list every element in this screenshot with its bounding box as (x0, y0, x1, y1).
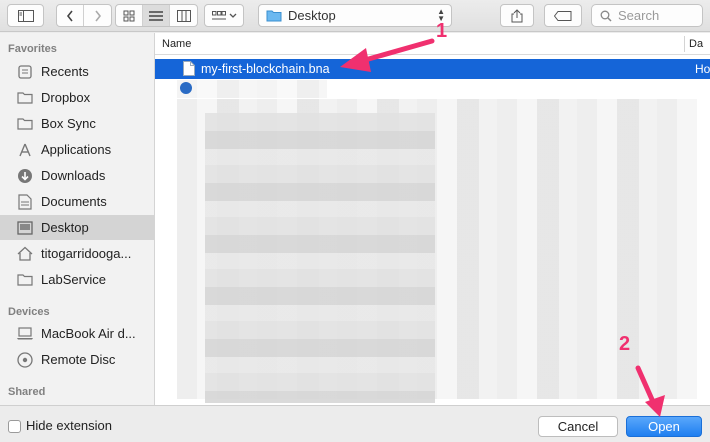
share-button[interactable] (500, 4, 534, 27)
chevron-right-icon (94, 10, 101, 21)
sidebar-item-label: LabService (41, 272, 107, 287)
search-field[interactable]: Search (591, 4, 703, 27)
file-icon (180, 82, 192, 94)
document-icon (183, 61, 195, 76)
sidebar-item-label: titogarridooga... (41, 246, 132, 261)
section-shared: Shared (8, 386, 46, 398)
sidebar-item-documents[interactable]: Documents (0, 189, 154, 214)
tags-button[interactable] (544, 4, 582, 27)
bottom-bar: Hide extension Cancel Open (0, 405, 710, 442)
folder-icon (266, 10, 282, 22)
column-header-name[interactable]: Name (162, 38, 191, 50)
sidebar-item-label: Remote Disc (41, 352, 116, 367)
location-popup[interactable]: Desktop ▲ ▼ (258, 4, 452, 27)
sidebar-item-remote-disc[interactable]: Remote Disc (0, 347, 154, 372)
sidebar-item-label: Desktop (41, 220, 89, 235)
cancel-button[interactable]: Cancel (538, 416, 618, 437)
file-list-header: Name Da (155, 33, 710, 55)
desktop-icon (16, 219, 34, 237)
open-button[interactable]: Open (626, 416, 702, 437)
sidebar-toggle-button[interactable] (7, 4, 44, 27)
laptop-icon (16, 325, 34, 343)
search-placeholder: Search (618, 8, 660, 23)
share-icon (511, 8, 523, 22)
folder-icon (16, 271, 34, 289)
folder-icon (16, 115, 34, 133)
sidebar-item-recents[interactable]: Recents (0, 59, 154, 84)
tag-icon (554, 10, 572, 21)
sidebar-item-applications[interactable]: Applications (0, 137, 154, 162)
documents-icon (16, 193, 34, 211)
chevron-left-icon (66, 10, 73, 21)
home-icon (16, 245, 34, 263)
sidebar-item-label: Box Sync (41, 116, 96, 131)
view-mode-control (115, 4, 198, 27)
sidebar-item-downloads[interactable]: Downloads (0, 163, 154, 188)
back-forward-control (56, 4, 112, 27)
sidebar-item-label: Applications (41, 142, 112, 157)
back-button[interactable] (57, 5, 84, 26)
grid-icon (123, 10, 135, 21)
icon-view-button[interactable] (116, 5, 143, 26)
sidebar-item-desktop[interactable]: Desktop (0, 215, 154, 240)
column-header-date[interactable]: Da (689, 38, 703, 50)
sidebar: Favorites Recents Dropbox Box Sync Appli… (0, 33, 155, 405)
forward-button[interactable] (84, 5, 111, 26)
column-view-button[interactable] (170, 5, 197, 26)
sidebar-item-labservice[interactable]: LabService (0, 267, 154, 292)
columns-icon (176, 9, 191, 22)
arrange-menu-button[interactable] (204, 4, 244, 27)
sidebar-icon (17, 9, 34, 22)
sidebar-item-label: Dropbox (41, 90, 91, 105)
annotation-step-1: 1 (436, 20, 448, 42)
redacted-row (177, 80, 327, 98)
recents-icon (16, 63, 34, 81)
sidebar-item-macbook[interactable]: MacBook Air d... (0, 321, 154, 346)
section-favorites: Favorites (8, 43, 57, 55)
arrange-icon (211, 10, 226, 19)
sidebar-item-box-sync[interactable]: Box Sync (0, 111, 154, 136)
sidebar-item-label: Recents (41, 64, 89, 79)
file-date: Ho (695, 62, 710, 76)
hide-extension-checkbox[interactable] (8, 420, 21, 433)
folder-icon (16, 89, 34, 107)
sidebar-item-label: Downloads (41, 168, 106, 183)
search-icon (600, 10, 612, 22)
sidebar-item-label: MacBook Air d... (41, 326, 136, 341)
chevron-down-icon (229, 13, 236, 18)
sidebar-item-home[interactable]: titogarridooga... (0, 241, 154, 266)
section-devices: Devices (8, 306, 50, 318)
list-icon (149, 10, 163, 21)
downloads-icon (16, 167, 34, 185)
sidebar-item-dropbox[interactable]: Dropbox (0, 85, 154, 110)
redacted-names (205, 113, 435, 403)
annotation-step-2: 2 (619, 333, 631, 355)
applications-icon (16, 141, 34, 159)
sidebar-item-label: Documents (41, 194, 107, 209)
open-file-dialog: Desktop ▲ ▼ Search Favorites Recents Drop… (0, 0, 710, 442)
file-row-selected[interactable]: my-first-blockchain.bna Ho (155, 59, 710, 79)
location-label: Desktop (288, 8, 336, 23)
toolbar: Desktop ▲ ▼ Search (0, 0, 710, 32)
hide-extension-label: Hide extension (26, 418, 112, 433)
column-separator[interactable] (684, 36, 685, 52)
list-view-button[interactable] (143, 5, 170, 26)
disc-icon (16, 351, 34, 369)
file-name: my-first-blockchain.bna (201, 62, 330, 76)
